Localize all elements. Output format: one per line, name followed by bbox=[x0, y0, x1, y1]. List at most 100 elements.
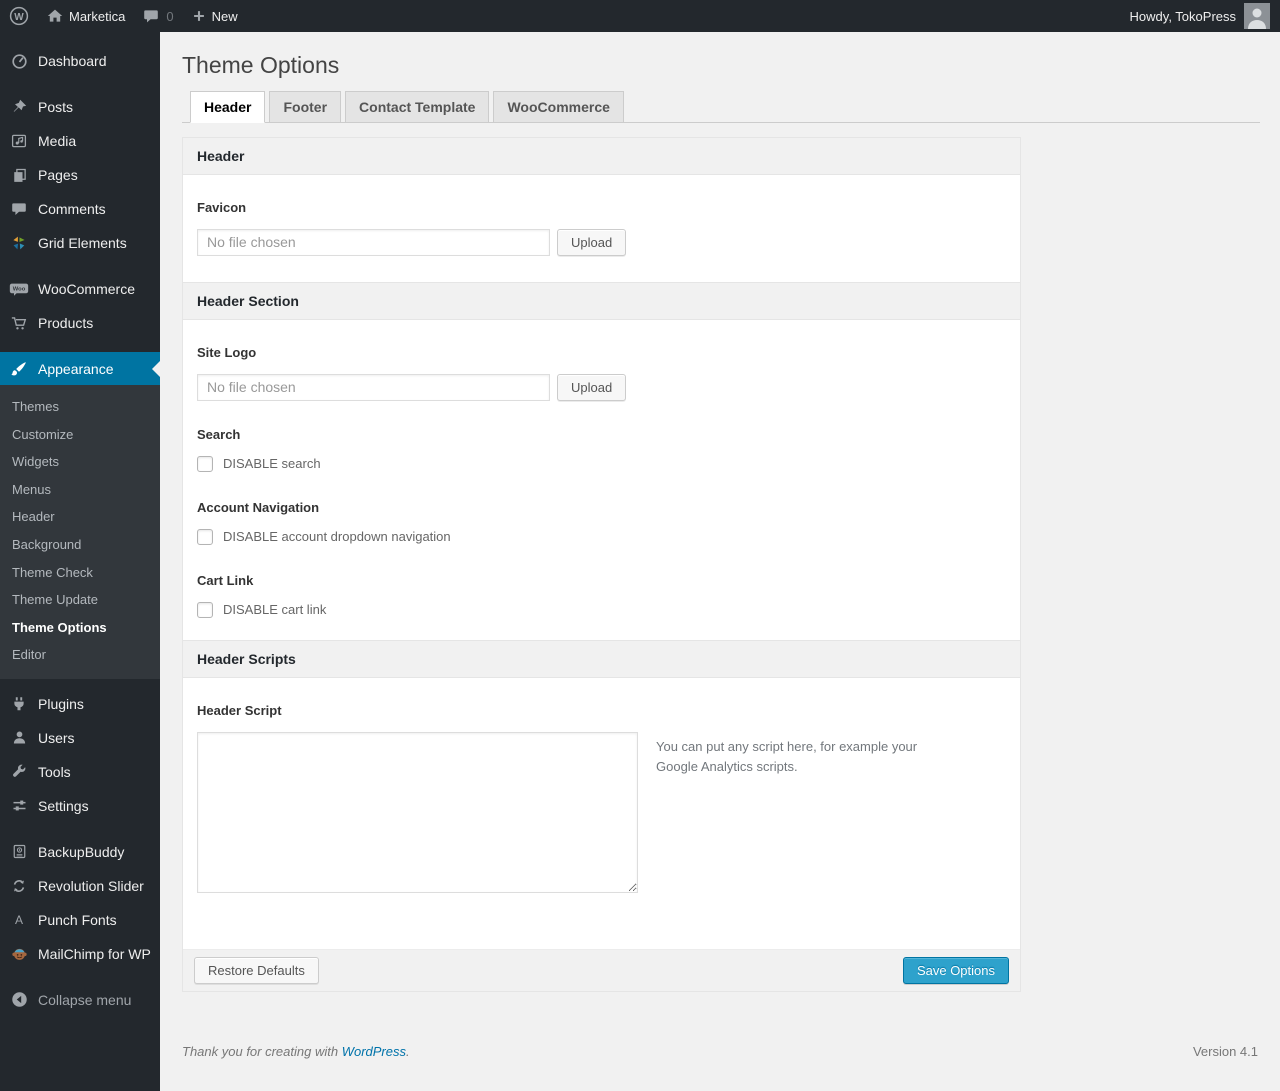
mailchimp-monkey-icon bbox=[9, 945, 29, 962]
header-script-label: Header Script bbox=[197, 702, 282, 718]
sidebar-item-posts[interactable]: Posts bbox=[0, 90, 160, 124]
header-script-textarea[interactable] bbox=[197, 731, 638, 893]
comment-bubble-icon bbox=[143, 8, 159, 24]
favicon-field: Favicon Upload bbox=[183, 200, 1020, 256]
backup-disk-icon bbox=[9, 844, 29, 859]
svg-text:A: A bbox=[15, 913, 23, 927]
submenu-item-header[interactable]: Header bbox=[0, 503, 160, 531]
tab-header[interactable]: Header bbox=[190, 90, 266, 123]
wordpress-link[interactable]: WordPress bbox=[342, 1044, 406, 1059]
wordpress-logo-icon[interactable]: W bbox=[0, 0, 38, 32]
submenu-item-themes[interactable]: Themes bbox=[0, 393, 160, 421]
home-icon bbox=[47, 8, 63, 24]
disable-account-nav-text: DISABLE account dropdown navigation bbox=[223, 529, 451, 545]
avatar bbox=[1244, 3, 1270, 29]
favicon-upload-button[interactable]: Upload bbox=[557, 228, 627, 256]
sidebar-item-grid-elements[interactable]: Grid Elements bbox=[0, 226, 160, 260]
page-title: Theme Options bbox=[182, 52, 340, 78]
site-logo-upload-button[interactable]: Upload bbox=[557, 373, 627, 401]
grid-elements-icon bbox=[9, 235, 29, 251]
section-header-scripts: Header Scripts bbox=[183, 639, 1020, 678]
page-footer: Thank you for creating with WordPress. V… bbox=[182, 1044, 1258, 1059]
user-icon bbox=[9, 730, 29, 745]
panel-footer: Restore Defaults Save Options bbox=[183, 948, 1020, 991]
sidebar-item-revolution-slider[interactable]: Revolution Slider bbox=[0, 869, 160, 903]
collapse-menu-button[interactable]: Collapse menu bbox=[0, 983, 160, 1017]
sidebar-item-plugins[interactable]: Plugins bbox=[0, 687, 160, 721]
disable-cart-link-text: DISABLE cart link bbox=[223, 602, 327, 618]
comments-menu-item[interactable]: 0 bbox=[134, 0, 182, 32]
paintbrush-icon bbox=[9, 361, 29, 377]
submenu-item-editor[interactable]: Editor bbox=[0, 641, 160, 669]
theme-options-panel: Header Favicon Upload Header Section Sit… bbox=[182, 136, 1021, 992]
wrench-icon bbox=[9, 764, 29, 780]
letter-a-icon: A bbox=[9, 912, 29, 928]
sidebar-item-backupbuddy[interactable]: BackupBuddy bbox=[0, 835, 160, 869]
version-text: Version 4.1 bbox=[1192, 1043, 1258, 1059]
disable-search-checkbox[interactable] bbox=[197, 455, 213, 472]
account-menu-item[interactable]: Howdy, TokoPress bbox=[1130, 3, 1280, 29]
submenu-item-theme-update[interactable]: Theme Update bbox=[0, 586, 160, 614]
new-menu-item[interactable]: New bbox=[183, 0, 247, 32]
admin-bar: W Marketica 0 New Howdy, TokoPress bbox=[0, 0, 1280, 32]
plus-icon bbox=[192, 9, 206, 23]
submenu-item-theme-options[interactable]: Theme Options bbox=[0, 614, 160, 642]
submenu-item-widgets[interactable]: Widgets bbox=[0, 448, 160, 476]
collapse-arrow-icon bbox=[9, 991, 29, 1008]
sliders-icon bbox=[9, 798, 29, 813]
svg-text:Woo: Woo bbox=[13, 286, 26, 292]
sidebar-item-dashboard[interactable]: Dashboard bbox=[0, 44, 160, 78]
sidebar-item-users[interactable]: Users bbox=[0, 721, 160, 755]
footer-thanks: Thank you for creating with WordPress. bbox=[182, 1043, 410, 1059]
search-label: Search bbox=[197, 426, 241, 442]
restore-defaults-button[interactable]: Restore Defaults bbox=[194, 956, 319, 984]
header-script-field: Header Script You can put any script her… bbox=[183, 703, 1020, 893]
submenu-item-background[interactable]: Background bbox=[0, 531, 160, 559]
disable-cart-link-checkbox[interactable] bbox=[197, 601, 213, 618]
cart-icon bbox=[9, 315, 29, 332]
svg-text:W: W bbox=[14, 12, 24, 23]
save-options-button[interactable]: Save Options bbox=[902, 956, 1009, 984]
disable-search-text: DISABLE search bbox=[223, 456, 321, 472]
sidebar-item-mailchimp[interactable]: MailChimp for WP bbox=[0, 937, 160, 971]
comment-count: 0 bbox=[166, 8, 174, 24]
site-menu-item[interactable]: Marketica bbox=[38, 0, 134, 32]
sidebar-item-appearance[interactable]: Appearance bbox=[0, 352, 160, 385]
sidebar-item-pages[interactable]: Pages bbox=[0, 158, 160, 192]
site-logo-field: Site Logo Upload Search DISABLE search A… bbox=[183, 345, 1020, 618]
disable-account-nav-checkbox[interactable] bbox=[197, 528, 213, 545]
tab-woocommerce[interactable]: WooCommerce bbox=[493, 90, 624, 123]
cart-link-label: Cart Link bbox=[197, 572, 254, 588]
section-header: Header bbox=[183, 137, 1020, 175]
sidebar-item-products[interactable]: Products bbox=[0, 306, 160, 340]
woocommerce-icon: Woo bbox=[9, 281, 29, 298]
sidebar-item-punch-fonts[interactable]: A Punch Fonts bbox=[0, 903, 160, 937]
sidebar-item-tools[interactable]: Tools bbox=[0, 755, 160, 789]
tab-footer[interactable]: Footer bbox=[269, 90, 342, 123]
favicon-file-input[interactable] bbox=[197, 228, 550, 256]
submenu-item-menus[interactable]: Menus bbox=[0, 476, 160, 504]
media-icon bbox=[9, 133, 29, 149]
favicon-label: Favicon bbox=[197, 199, 247, 215]
sidebar-item-settings[interactable]: Settings bbox=[0, 789, 160, 823]
howdy-text: Howdy, TokoPress bbox=[1129, 8, 1236, 24]
pages-icon bbox=[9, 168, 29, 183]
submenu-item-customize[interactable]: Customize bbox=[0, 421, 160, 449]
header-script-help: You can put any script here, for example… bbox=[656, 738, 918, 775]
admin-menu: Dashboard Posts Media Pages Comments Gri… bbox=[0, 32, 160, 1091]
plugin-icon bbox=[9, 696, 29, 712]
account-navigation-label: Account Navigation bbox=[197, 499, 320, 515]
dashboard-icon bbox=[9, 53, 29, 70]
tab-contact-template[interactable]: Contact Template bbox=[345, 90, 490, 123]
sidebar-item-comments[interactable]: Comments bbox=[0, 192, 160, 226]
comments-icon bbox=[9, 201, 29, 217]
sidebar-item-woocommerce[interactable]: Woo WooCommerce bbox=[0, 272, 160, 306]
sidebar-item-media[interactable]: Media bbox=[0, 124, 160, 158]
submenu-item-theme-check[interactable]: Theme Check bbox=[0, 559, 160, 587]
circular-arrows-icon bbox=[9, 878, 29, 894]
pushpin-icon bbox=[9, 99, 29, 115]
tab-bar: Header Footer Contact Template WooCommerce bbox=[182, 90, 1260, 123]
appearance-submenu: Themes Customize Widgets Menus Header Ba… bbox=[0, 385, 160, 679]
site-logo-label: Site Logo bbox=[197, 344, 257, 360]
site-logo-file-input[interactable] bbox=[197, 373, 550, 401]
